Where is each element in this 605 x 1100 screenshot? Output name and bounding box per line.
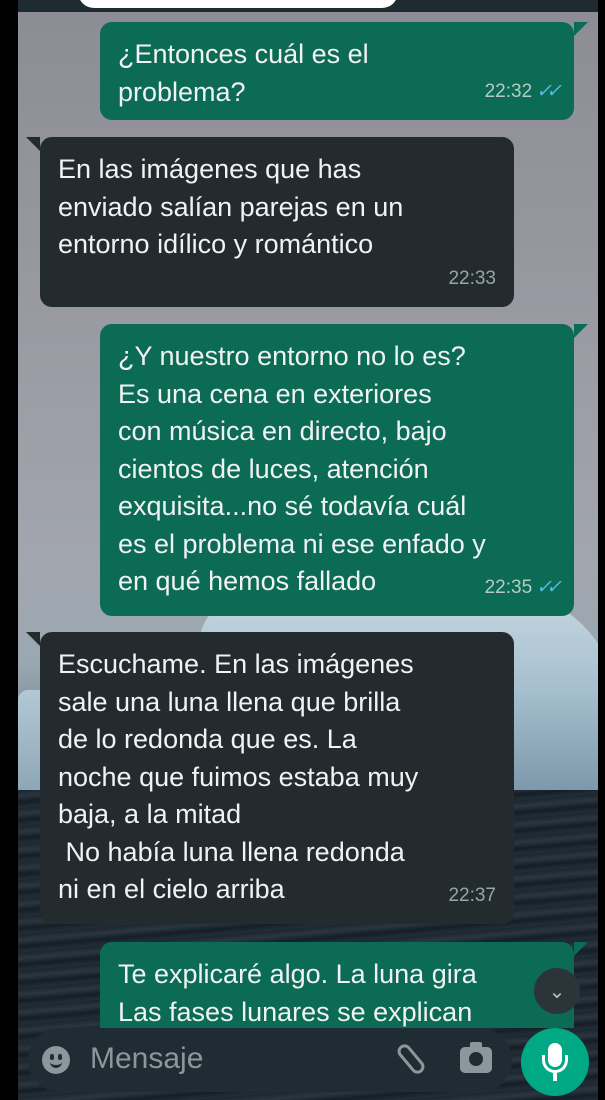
mic-button[interactable] xyxy=(521,1028,589,1096)
message-meta: 22:37 xyxy=(448,877,496,915)
message-meta: 22:33 xyxy=(448,260,496,298)
message-bubble-outgoing[interactable]: ¿Entonces cuál es el problema? 22:32 ✓✓ xyxy=(100,22,574,120)
read-receipt-icon: ✓✓ xyxy=(536,80,562,102)
emoji-icon[interactable] xyxy=(42,1046,70,1074)
message-bubble-incoming[interactable]: En las imágenes que has enviado salían p… xyxy=(40,137,514,307)
redacted-area xyxy=(78,0,398,8)
message-input[interactable]: Mensaje xyxy=(90,1042,203,1076)
message-composer[interactable]: Mensaje xyxy=(28,1028,512,1092)
message-bubble-outgoing[interactable]: ¿Y nuestro entorno no lo es? Es una cena… xyxy=(100,324,574,616)
camera-icon[interactable] xyxy=(460,1042,492,1073)
message-bubble-incoming[interactable]: Escuchame. En las imágenes sale una luna… xyxy=(40,632,514,924)
message-bubble-outgoing[interactable]: Te explicaré algo. La luna gira Las fase… xyxy=(100,942,574,1028)
message-text: En las imágenes que has enviado salían p… xyxy=(58,154,404,259)
chevron-double-down-icon: ⌄ xyxy=(548,980,566,1003)
message-time: 22:32 xyxy=(484,80,533,102)
message-time: 22:33 xyxy=(448,267,496,289)
scroll-to-bottom-button[interactable]: ⌄ xyxy=(534,968,580,1014)
bubble-tail xyxy=(574,942,588,956)
read-receipt-icon: ✓✓ xyxy=(536,576,562,598)
message-meta: 22:32 ✓✓ xyxy=(484,73,562,111)
bubble-tail xyxy=(574,22,588,36)
bubble-tail xyxy=(26,137,40,151)
attach-icon[interactable] xyxy=(394,1041,428,1077)
message-text: ¿Y nuestro entorno no lo es? Es una cena… xyxy=(118,341,486,596)
message-time: 22:35 xyxy=(484,576,533,598)
message-time: 22:37 xyxy=(448,884,496,906)
message-meta: 22:35 ✓✓ xyxy=(484,569,562,607)
message-text: Te explicaré algo. La luna gira Las fase… xyxy=(118,959,477,1027)
top-bar xyxy=(18,0,598,12)
bubble-tail xyxy=(26,632,40,646)
message-text: Escuchame. En las imágenes sale una luna… xyxy=(58,649,419,904)
bubble-tail xyxy=(574,324,588,338)
phone-screen: ¿Entonces cuál es el problema? 22:32 ✓✓ … xyxy=(0,0,605,1100)
